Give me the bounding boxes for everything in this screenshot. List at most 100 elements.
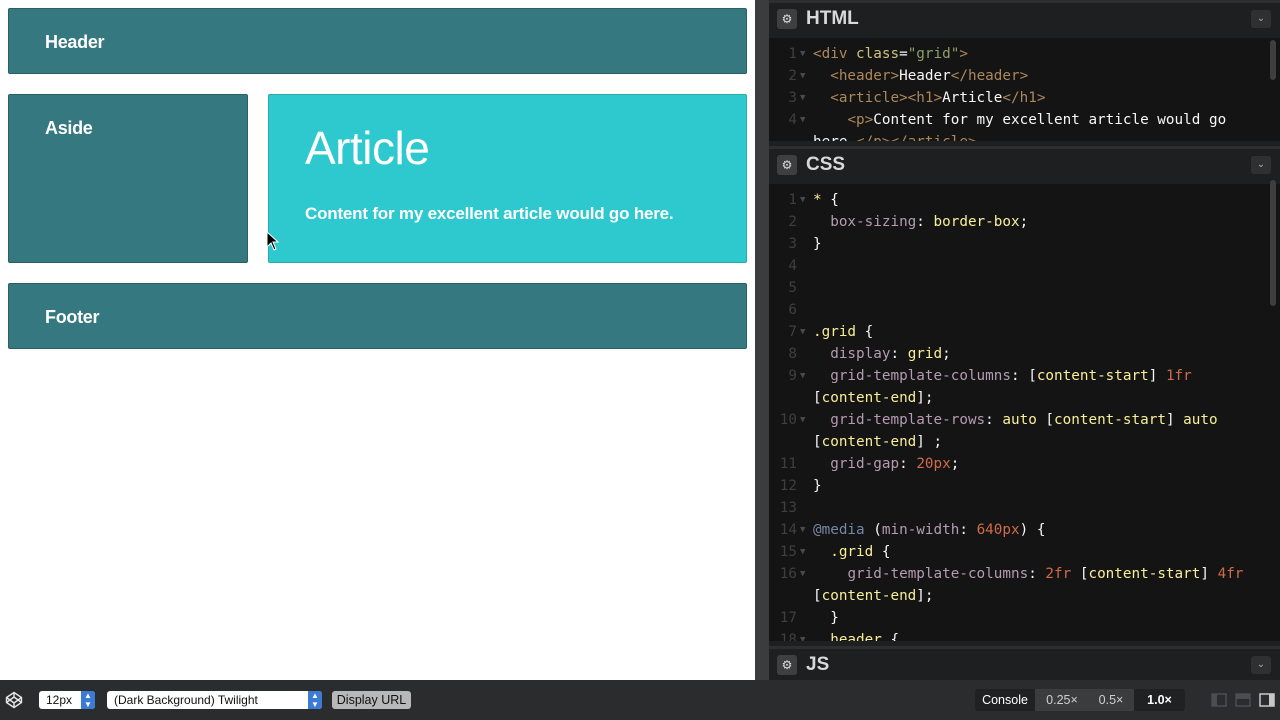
zoom-1-button[interactable]: 1.0× xyxy=(1134,689,1185,711)
code-line[interactable]: 5 xyxy=(769,277,1280,299)
css-editor[interactable]: ⚙ CSS ⌄ 1 ▼ * {2 box-sizing: border-box; 3}… xyxy=(769,146,1280,641)
js-editor[interactable]: ⚙ JS ⌄ xyxy=(769,646,1280,680)
code-text: header { xyxy=(813,629,899,641)
code-line[interactable]: 1 ▼ <div class="grid"> xyxy=(769,43,1280,65)
code-line[interactable]: 3 ▼ <article><h1>Article</h1> xyxy=(769,87,1280,109)
code-line[interactable]: 2 ▼ <header>Header</header> xyxy=(769,65,1280,87)
code-token: auto xyxy=(1002,412,1037,428)
css-editor-title: CSS xyxy=(806,154,846,175)
code-token: : [ xyxy=(1010,368,1037,384)
code-line[interactable]: 12} xyxy=(769,475,1280,497)
console-button[interactable]: Console xyxy=(975,689,1035,711)
code-line[interactable]: 1 ▼ * { xyxy=(769,189,1280,211)
code-line[interactable]: 17 } xyxy=(769,607,1280,629)
code-token: [ xyxy=(1036,412,1055,428)
code-line[interactable]: 14 ▼ @media (min-width: 640px) { xyxy=(769,519,1280,541)
code-token: header xyxy=(830,632,891,641)
line-number: 14 xyxy=(779,522,797,538)
css-editor-scrollbar[interactable] xyxy=(1270,180,1276,306)
code-token: content-start xyxy=(1054,412,1166,428)
fold-arrow-icon[interactable]: ▼ xyxy=(800,409,805,431)
fold-arrow-icon[interactable]: ▼ xyxy=(800,321,805,343)
code-token: ( xyxy=(864,522,882,538)
code-line[interactable]: 3} xyxy=(769,233,1280,255)
code-token: grid-template-columns xyxy=(830,368,1011,384)
zoom-05-button[interactable]: 0.5× xyxy=(1089,689,1133,711)
code-token: <header> xyxy=(830,68,900,84)
code-line[interactable]: 8 display: grid; xyxy=(769,343,1280,365)
code-text: here.</p></article> xyxy=(813,131,977,141)
gear-icon[interactable]: ⚙ xyxy=(777,155,797,175)
fold-arrow-icon[interactable]: ▼ xyxy=(800,87,805,109)
code-token: } xyxy=(813,478,822,494)
fold-arrow-icon[interactable]: ▼ xyxy=(800,65,805,87)
fold-arrow-icon[interactable]: ▼ xyxy=(800,365,805,387)
html-code-area[interactable]: 1 ▼ <div class="grid"> 2 ▼ <header>Header</h… xyxy=(769,38,1280,141)
code-line[interactable]: [content-end] ; xyxy=(769,431,1280,453)
code-line[interactable]: 13 xyxy=(769,497,1280,519)
code-token: [ xyxy=(813,588,822,604)
code-token: .grid xyxy=(830,544,882,560)
display-url-button[interactable]: Display URL xyxy=(332,691,411,709)
code-line[interactable]: 7 ▼ .grid { xyxy=(769,321,1280,343)
code-line[interactable]: 2 box-sizing: border-box; xyxy=(769,211,1280,233)
code-line[interactable]: [content-end]; xyxy=(769,585,1280,607)
gear-icon[interactable]: ⚙ xyxy=(777,9,797,29)
code-line[interactable]: 4 ▼ <p>Content for my excellent article w… xyxy=(769,109,1280,131)
code-token: </h1> xyxy=(1002,90,1046,106)
code-text: [content-end] ; xyxy=(813,431,942,453)
code-line[interactable]: 10 ▼ grid-template-rows: auto [content-st… xyxy=(769,409,1280,431)
code-token: 20px xyxy=(916,456,951,472)
code-text: [content-end]; xyxy=(813,387,934,409)
preview-article: Article Content for my excellent article… xyxy=(268,94,747,263)
layout-left-icon[interactable] xyxy=(1211,692,1227,708)
css-code-area[interactable]: 1 ▼ * {2 box-sizing: border-box; 3} 4 5 6 7 ▼ .gr… xyxy=(769,184,1280,641)
codepen-logo-icon[interactable] xyxy=(5,691,23,709)
code-token: auto xyxy=(1183,412,1218,428)
code-line[interactable]: 11 grid-gap: 20px; xyxy=(769,453,1280,475)
pane-resize-handle[interactable] xyxy=(755,0,769,680)
zoom-025-button[interactable]: 0.25× xyxy=(1036,689,1088,711)
code-text: } xyxy=(813,475,822,497)
code-text: box-sizing: border-box; xyxy=(813,211,1028,233)
code-token: ]; xyxy=(916,588,934,604)
gear-icon[interactable]: ⚙ xyxy=(777,655,797,675)
code-line[interactable]: 18 ▼ header { xyxy=(769,629,1280,641)
code-token: [ xyxy=(813,434,822,450)
fold-arrow-icon[interactable]: ▼ xyxy=(800,629,805,641)
code-token: content-end xyxy=(821,588,917,604)
code-line[interactable]: 9 ▼ grid-template-columns: [content-start… xyxy=(769,365,1280,387)
preview-article-title: Article xyxy=(305,122,430,174)
layout-top-icon[interactable] xyxy=(1235,692,1251,708)
code-token: ; xyxy=(950,456,960,472)
code-token: : xyxy=(916,214,934,230)
html-editor[interactable]: ⚙ HTML ⌄ 1 ▼ <div class="grid"> 2 ▼ <header>… xyxy=(769,0,1280,141)
code-line[interactable]: 6 xyxy=(769,299,1280,321)
fold-arrow-icon[interactable]: ▼ xyxy=(800,189,805,211)
font-size-select[interactable]: 12px ▲ ▼ xyxy=(39,691,95,709)
chevron-down-icon[interactable]: ⌄ xyxy=(1251,156,1271,174)
fold-arrow-icon[interactable]: ▼ xyxy=(800,109,805,131)
code-line[interactable]: 15 ▼ .grid { xyxy=(769,541,1280,563)
code-line[interactable]: here.</p></article> xyxy=(769,131,1280,141)
code-line[interactable]: 16 ▼ grid-template-columns: 2fr [content-… xyxy=(769,563,1280,585)
layout-right-icon[interactable] xyxy=(1259,692,1275,708)
fold-arrow-icon[interactable]: ▼ xyxy=(800,519,805,541)
chevron-down-icon[interactable]: ⌄ xyxy=(1251,10,1271,28)
preview-header-label: Header xyxy=(45,32,105,52)
code-line[interactable]: [content-end]; xyxy=(769,387,1280,409)
theme-select[interactable]: (Dark Background) Twilight ▲ ▼ xyxy=(107,691,322,709)
code-token: grid-template-rows xyxy=(830,412,986,428)
code-token: [ xyxy=(1071,566,1089,582)
html-editor-scrollbar[interactable] xyxy=(1270,40,1276,80)
fold-arrow-icon[interactable]: ▼ xyxy=(800,43,805,65)
fold-arrow-icon[interactable]: ▼ xyxy=(800,541,805,563)
code-line[interactable]: 4 xyxy=(769,255,1280,277)
code-token: Article xyxy=(942,90,1003,106)
chevron-down-icon[interactable]: ⌄ xyxy=(1251,656,1271,674)
fold-arrow-icon[interactable]: ▼ xyxy=(800,563,805,585)
